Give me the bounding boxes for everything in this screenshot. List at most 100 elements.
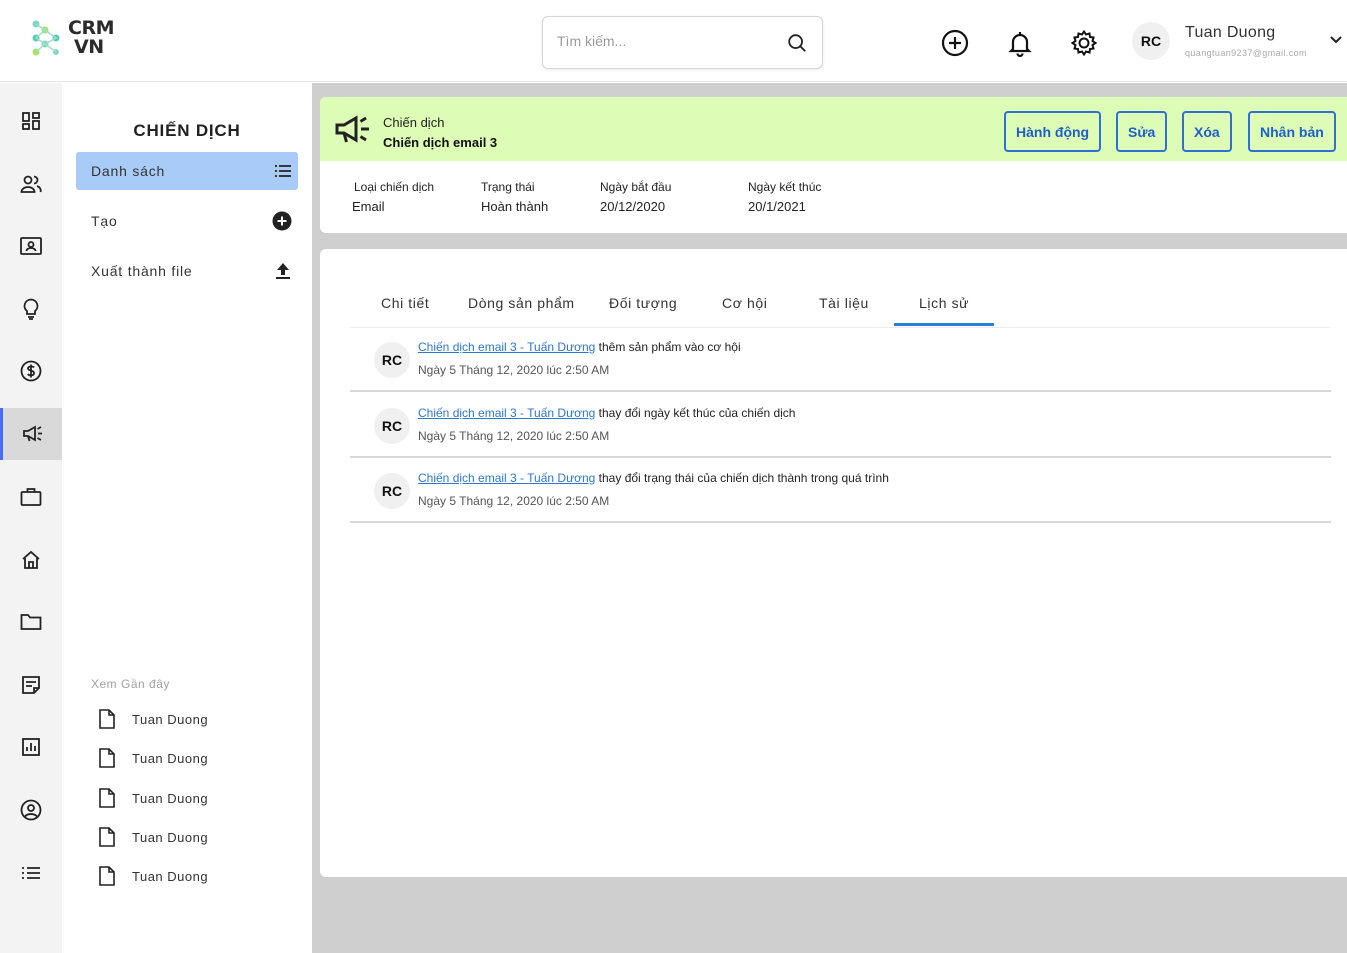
history-time: Ngày 5 Tháng 12, 2020 lúc 2:50 AM (418, 429, 610, 443)
note-icon (22, 676, 40, 694)
campaign-label: Chiến dịch (383, 115, 445, 130)
logo-mark-icon (32, 20, 60, 56)
rail-home[interactable] (0, 534, 62, 586)
file-icon (99, 827, 115, 847)
gear-icon[interactable] (1070, 29, 1098, 57)
rail-account[interactable] (0, 784, 62, 836)
info-end-value: 20/1/2021 (748, 199, 806, 214)
search-input[interactable] (557, 33, 777, 49)
info-start-label: Ngày bắt đầu (600, 180, 672, 194)
history-item: RC Chiến dịch email 3 - Tuấn Dương thay … (350, 394, 1331, 458)
tab-history[interactable]: Lịch sử (919, 295, 969, 311)
info-start-value: 20/12/2020 (600, 199, 666, 214)
campaign-summary-card: Chiến dịch Chiến dịch email 3 Hành động … (320, 97, 1347, 233)
recent-item[interactable]: Tuan Duong (98, 788, 208, 808)
recent-title: Xem Gần đây (91, 677, 170, 691)
rail-notes[interactable] (0, 659, 62, 711)
megaphone-icon (22, 425, 42, 442)
tab-opportunities[interactable]: Cơ hội (722, 295, 767, 311)
rail-campaigns[interactable] (0, 408, 62, 460)
chevron-down-icon[interactable] (1330, 35, 1342, 45)
edit-button[interactable]: Sửa (1116, 111, 1168, 152)
rail-dashboard[interactable] (0, 95, 62, 147)
icon-rail (0, 83, 62, 953)
sidebar-item-list[interactable]: Danh sách (76, 152, 298, 190)
recent-item[interactable]: Tuan Duong (98, 866, 208, 886)
rail-reports[interactable] (0, 721, 62, 773)
sidebar-item-label: Xuất thành file (91, 263, 193, 279)
rail-ideas[interactable] (0, 283, 62, 335)
recent-item[interactable]: Tuan Duong (98, 709, 208, 729)
add-circle-icon (272, 211, 292, 231)
history-link[interactable]: Chiến dịch email 3 - Tuấn Dương (418, 471, 595, 485)
rail-files[interactable] (0, 596, 62, 648)
file-icon (99, 866, 115, 886)
recent-item-label: Tuan Duong (132, 868, 209, 884)
user-avatar[interactable]: RC (1132, 22, 1170, 60)
actions-button[interactable]: Hành động (1004, 111, 1102, 152)
active-tab-indicator (894, 323, 994, 326)
logo[interactable]: CRM VN (30, 18, 114, 58)
sidebar-item-label: Tạo (91, 213, 118, 229)
recent-item-label: Tuan Duong (132, 750, 209, 766)
history-text: Chiến dịch email 3 - Tuấn Dương thay đổi… (418, 406, 795, 420)
add-circle-icon[interactable] (941, 29, 969, 57)
content-area: Chiến dịch Chiến dịch email 3 Hành động … (312, 83, 1347, 953)
logo-text-line2: VN (74, 36, 104, 58)
history-avatar: RC (374, 342, 410, 378)
chart-icon (22, 738, 40, 756)
history-time: Ngày 5 Tháng 12, 2020 lúc 2:50 AM (418, 494, 610, 508)
recent-item-label: Tuan Duong (132, 829, 209, 845)
sidebar-item-label: Danh sách (91, 163, 166, 179)
user-circle-icon (20, 799, 42, 821)
sidebar-item-create[interactable]: Tạo (76, 202, 298, 240)
duplicate-button[interactable]: Nhân bản (1248, 111, 1336, 152)
contacts-icon (20, 175, 42, 193)
dashboard-icon (22, 112, 40, 130)
history-text: Chiến dịch email 3 - Tuấn Dương thêm sản… (418, 340, 741, 354)
rail-contact-card[interactable] (0, 220, 62, 272)
megaphone-icon (335, 115, 369, 143)
history-link[interactable]: Chiến dịch email 3 - Tuấn Dương (418, 406, 595, 420)
sidebar-title: CHIẾN DỊCH (133, 121, 241, 140)
folder-icon (20, 614, 42, 630)
rail-projects[interactable] (0, 471, 62, 523)
tab-details[interactable]: Chi tiết (381, 295, 429, 311)
rail-sales[interactable] (0, 345, 62, 397)
tab-product-lines[interactable]: Dòng sản phẩm (468, 295, 575, 311)
delete-button[interactable]: Xóa (1182, 111, 1232, 152)
info-type-value: Email (352, 199, 385, 214)
bell-icon[interactable] (1006, 29, 1034, 57)
tab-documents[interactable]: Tài liệu (819, 295, 869, 311)
campaign-name: Chiến dịch email 3 (383, 135, 498, 150)
home-icon (22, 550, 40, 569)
user-info[interactable]: Tuan Duong quangtuan9237@gmail.com (1185, 24, 1307, 58)
file-icon (99, 709, 115, 729)
history-item: RC Chiến dịch email 3 - Tuấn Dương thay … (350, 459, 1331, 523)
history-avatar: RC (374, 473, 410, 509)
search-icon[interactable] (786, 32, 808, 54)
sidebar-item-export[interactable]: Xuất thành file (76, 252, 298, 290)
history-avatar: RC (374, 408, 410, 444)
history-time: Ngày 5 Tháng 12, 2020 lúc 2:50 AM (418, 363, 610, 377)
user-email: quangtuan9237@gmail.com (1185, 48, 1307, 58)
history-link[interactable]: Chiến dịch email 3 - Tuấn Dương (418, 340, 595, 354)
recent-item-label: Tuan Duong (132, 711, 209, 727)
tab-audience[interactable]: Đối tượng (609, 295, 677, 311)
rail-list[interactable] (0, 847, 62, 899)
history-text: Chiến dịch email 3 - Tuấn Dương thay đổi… (418, 471, 889, 485)
history-item: RC Chiến dịch email 3 - Tuấn Dương thêm … (350, 328, 1331, 392)
info-type-label: Loại chiến dịch (354, 180, 435, 194)
recent-item[interactable]: Tuan Duong (98, 827, 208, 847)
history-action: thay đổi ngày kết thúc của chiến dịch (598, 406, 796, 420)
info-status-value: Hoàn thành (481, 199, 549, 214)
campaign-detail-card: Chi tiết Dòng sản phẩm Đối tượng Cơ hội … (320, 249, 1347, 877)
lightbulb-icon (23, 298, 39, 320)
upload-icon (276, 263, 290, 279)
user-name: Tuan Duong (1185, 24, 1276, 41)
history-action: thêm sản phẩm vào cơ hội (598, 340, 741, 354)
file-icon (99, 748, 115, 768)
rail-contacts[interactable] (0, 158, 62, 210)
recent-item[interactable]: Tuan Duong (98, 748, 208, 768)
contact-card-icon (20, 237, 42, 255)
